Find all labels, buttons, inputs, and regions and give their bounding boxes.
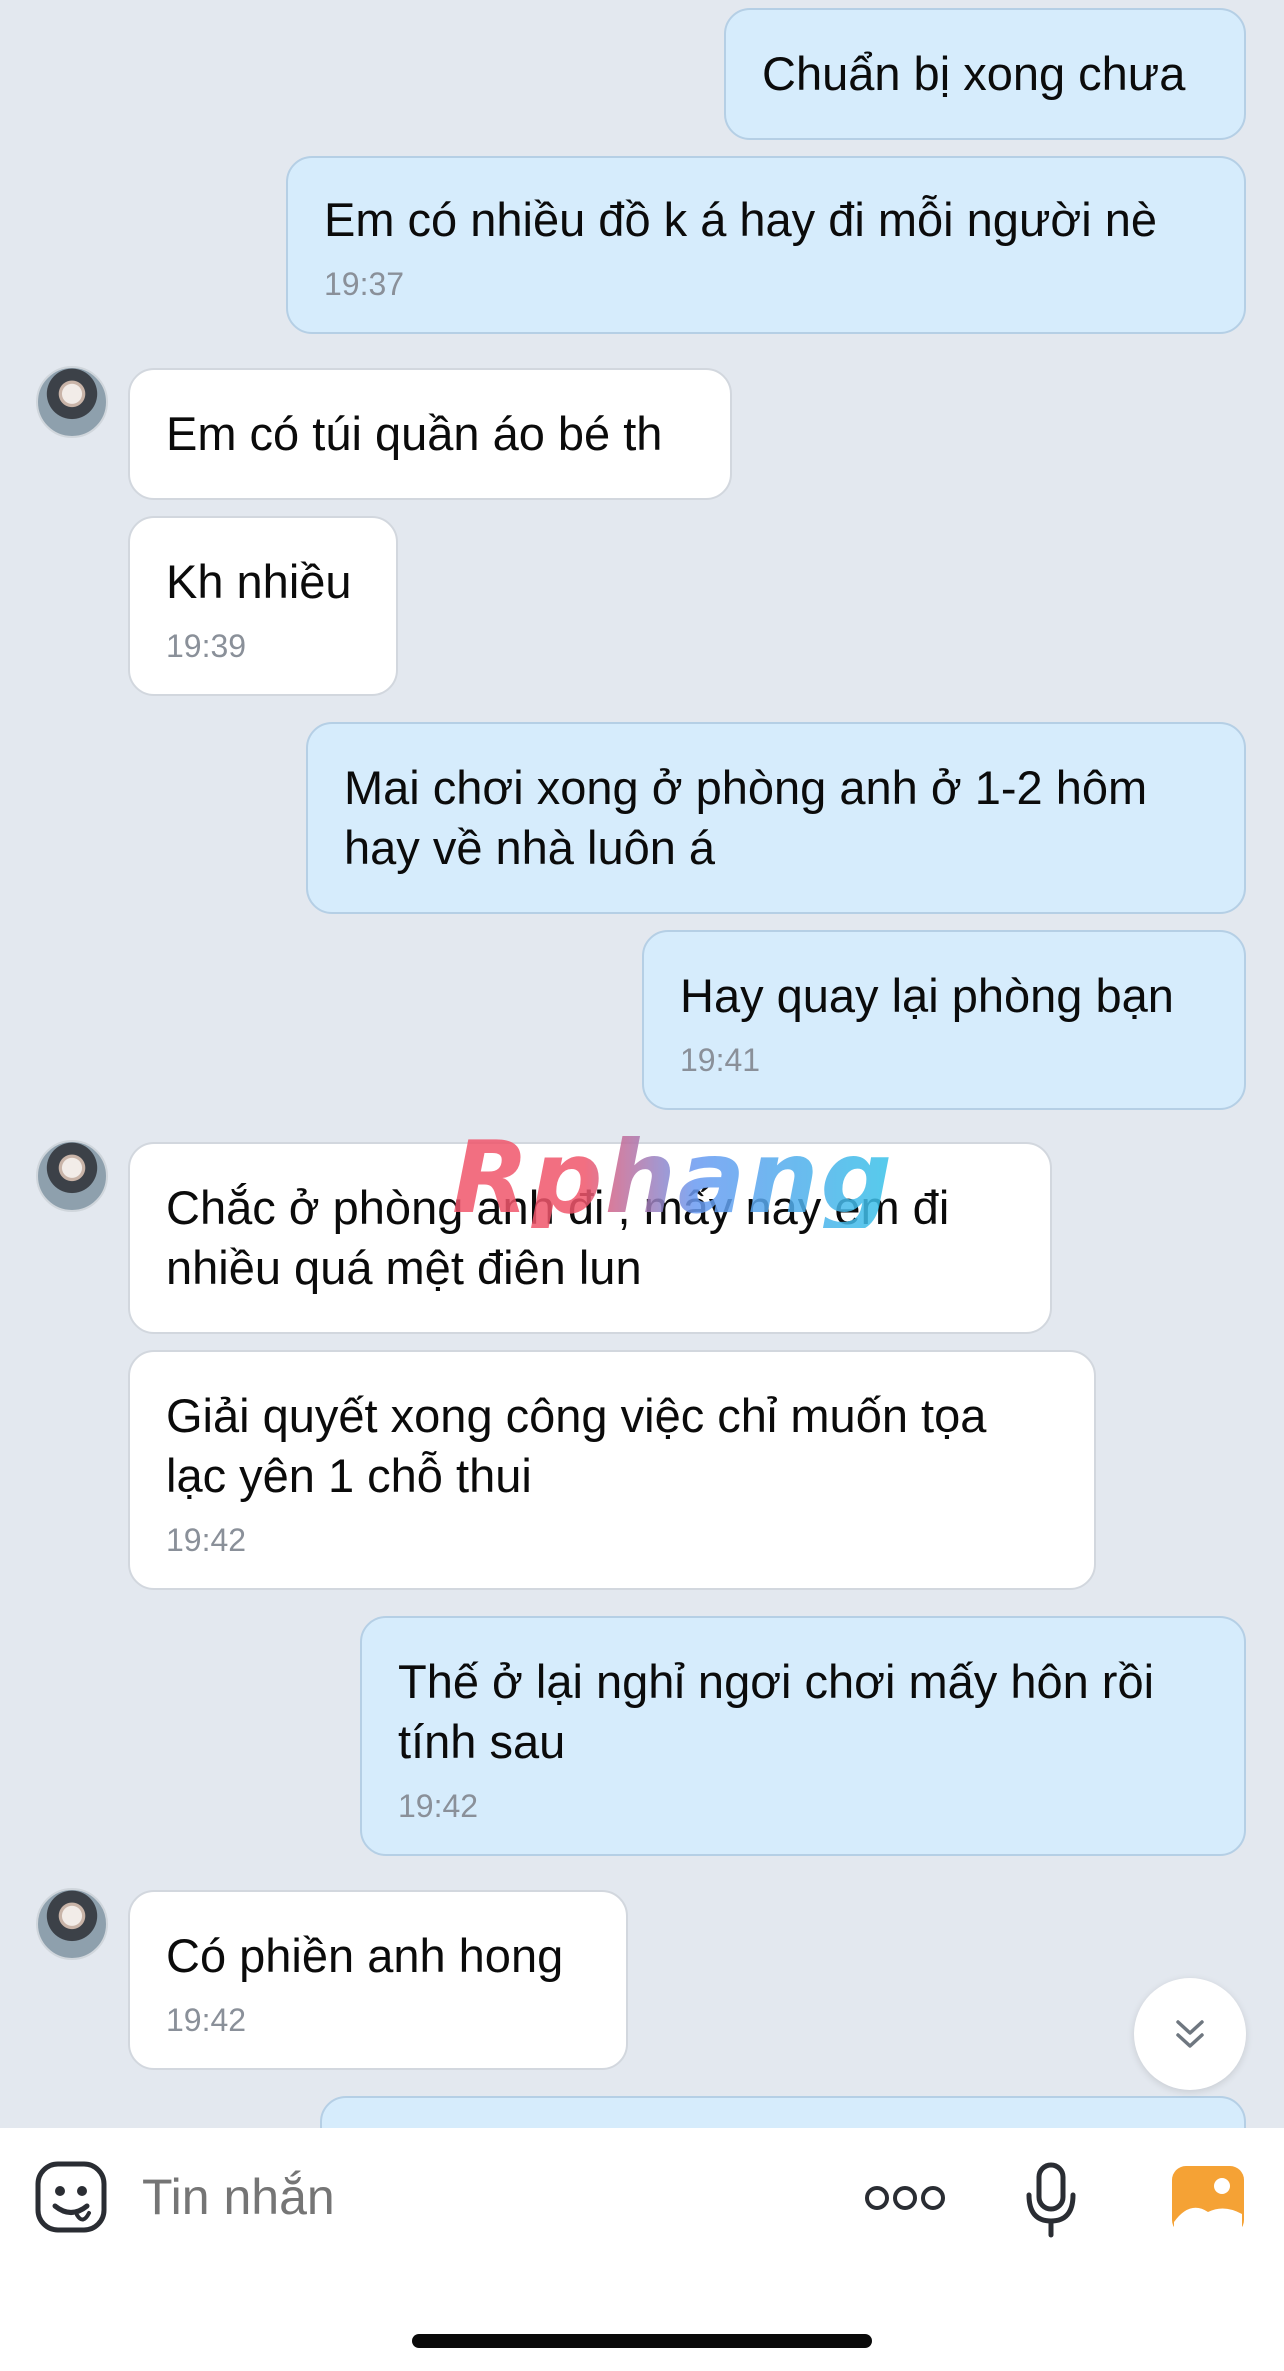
message-bubble-incoming[interactable]: Giải quyết xong công việc chỉ muốn tọa l…	[128, 1350, 1096, 1590]
message-text: Kh nhiều	[166, 555, 352, 608]
scroll-down-chevron-icon	[1176, 2020, 1204, 2048]
more-dots-icon	[865, 2186, 945, 2210]
sticker-button[interactable]	[30, 2156, 112, 2238]
message-time: 19:42	[166, 1522, 247, 1558]
gallery-image-icon	[1172, 2166, 1244, 2234]
message-text: Hay quay lại phòng bạn	[680, 969, 1174, 1022]
message-time: 19:41	[680, 1042, 761, 1078]
more-options-button[interactable]	[860, 2170, 950, 2226]
message-bubble-outgoing[interactable]: Em có nhiều đồ k á hay đi mỗi người nè 1…	[286, 156, 1246, 334]
contact-avatar[interactable]	[36, 1888, 108, 1960]
contact-avatar[interactable]	[36, 1140, 108, 1212]
message-time: 19:42	[166, 2002, 247, 2038]
message-bubble-incoming[interactable]: Em có túi quần áo bé th	[128, 368, 732, 500]
message-bubble-incoming[interactable]: Chắc ở phòng anh đi , mấy nay em đi nhiề…	[128, 1142, 1052, 1334]
message-bubble-incoming[interactable]: Kh nhiều 19:39	[128, 516, 398, 696]
message-input[interactable]	[140, 2160, 804, 2234]
scroll-to-bottom-button[interactable]	[1134, 1978, 1246, 2090]
message-time: 19:39	[166, 628, 247, 664]
home-indicator	[412, 2334, 872, 2348]
message-text: Thế ở lại nghỉ ngơi chơi mấy hôn rồi tín…	[398, 1655, 1155, 1768]
message-text: Mai chơi xong ở phòng anh ở 1-2 hôm hay …	[344, 761, 1148, 874]
sticker-smile-icon	[35, 2161, 107, 2233]
message-text: Giải quyết xong công việc chỉ muốn tọa l…	[166, 1389, 987, 1502]
message-text: Có phiền anh hong	[166, 1929, 564, 1982]
message-bubble-outgoing[interactable]: Mai chơi xong ở phòng anh ở 1-2 hôm hay …	[306, 722, 1246, 914]
microphone-icon	[1026, 2162, 1076, 2238]
message-time: 19:42	[398, 1788, 479, 1824]
message-time: 19:37	[324, 266, 405, 302]
gallery-button[interactable]	[1168, 2160, 1248, 2240]
contact-avatar[interactable]	[36, 366, 108, 438]
message-text: Em có nhiều đồ k á hay đi mỗi người nè	[324, 193, 1158, 246]
message-text: Chuẩn bị xong chưa	[762, 47, 1186, 100]
message-text: Chắc ở phòng anh đi , mấy nay em đi nhiề…	[166, 1181, 950, 1294]
voice-record-button[interactable]	[1018, 2160, 1084, 2240]
message-bubble-incoming[interactable]: Có phiền anh hong 19:42	[128, 1890, 628, 2070]
message-bubble-outgoing[interactable]: Thế ở lại nghỉ ngơi chơi mấy hôn rồi tín…	[360, 1616, 1246, 1856]
message-text: Em có túi quần áo bé th	[166, 407, 663, 460]
message-bubble-outgoing[interactable]: Hay quay lại phòng bạn 19:41	[642, 930, 1246, 1110]
message-bubble-outgoing[interactable]: Chuẩn bị xong chưa	[724, 8, 1246, 140]
